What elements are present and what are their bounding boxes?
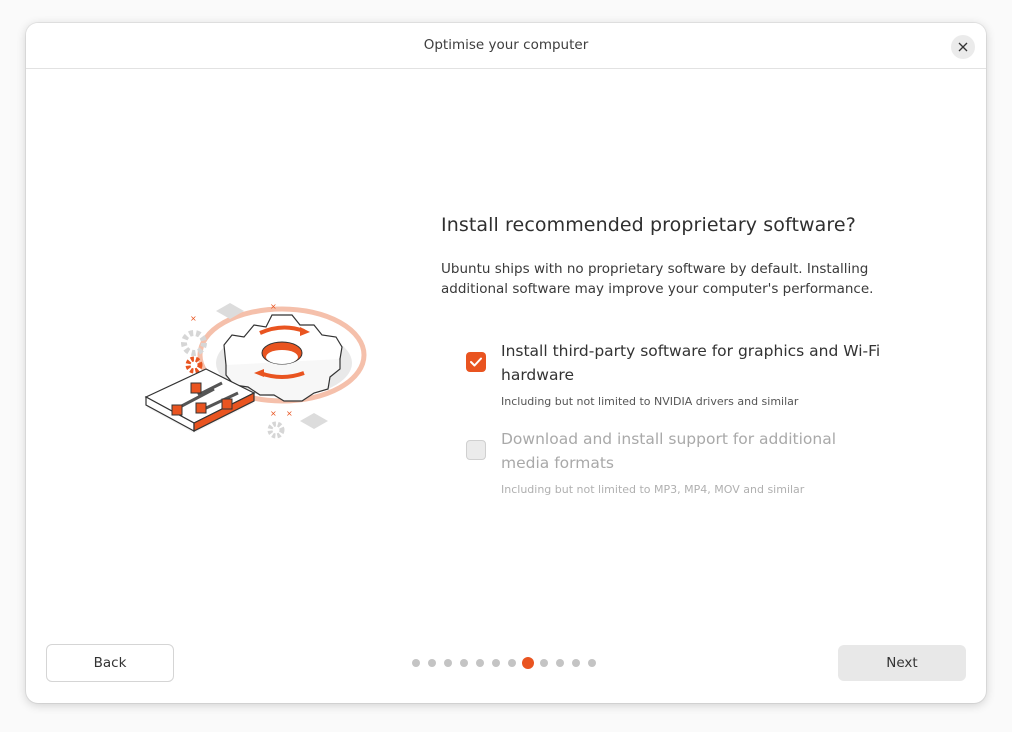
page-description: Ubuntu ships with no proprietary softwar… [441, 261, 874, 297]
progress-dot [460, 659, 468, 667]
progress-dot [572, 659, 580, 667]
option-sublabel: Including but not limited to MP3, MP4, M… [501, 483, 805, 496]
progress-dot-active [522, 657, 534, 669]
step-progress-indicator [412, 657, 604, 669]
svg-text:×: × [190, 314, 197, 323]
diamond-shape [300, 413, 328, 429]
progress-dot [476, 659, 484, 667]
gear-settings-illustration: × × × × × [144, 302, 367, 439]
option-label[interactable]: Install third-party software for graphic… [501, 339, 881, 387]
close-button[interactable] [951, 35, 975, 59]
small-orange-gear-icon [185, 356, 203, 374]
small-gear-icon [181, 330, 207, 356]
installer-window: Optimise your computer × × × × Install r… [26, 23, 986, 703]
progress-dot [444, 659, 452, 667]
window-title: Optimise your computer [423, 37, 589, 53]
title-bar: Optimise your computer [26, 23, 986, 69]
back-button[interactable]: Back [46, 644, 174, 682]
progress-dot [492, 659, 500, 667]
progress-dot [588, 659, 596, 667]
progress-dot [556, 659, 564, 667]
close-icon [958, 42, 968, 52]
third-party-checkbox[interactable] [466, 352, 486, 372]
small-gear-icon [267, 421, 285, 439]
svg-text:×: × [286, 409, 293, 418]
option-sublabel: Including but not limited to NVIDIA driv… [501, 395, 799, 408]
svg-text:×: × [270, 409, 277, 418]
progress-dot [508, 659, 516, 667]
progress-dot [428, 659, 436, 667]
page-heading: Install recommended proprietary software… [441, 214, 856, 236]
progress-dot [412, 659, 420, 667]
option-label: Download and install support for additio… [501, 430, 837, 472]
next-button[interactable]: Next [838, 645, 966, 681]
checkmark-icon [470, 357, 482, 367]
progress-dot [540, 659, 548, 667]
media-formats-checkbox [466, 440, 486, 460]
svg-text:×: × [270, 302, 277, 311]
